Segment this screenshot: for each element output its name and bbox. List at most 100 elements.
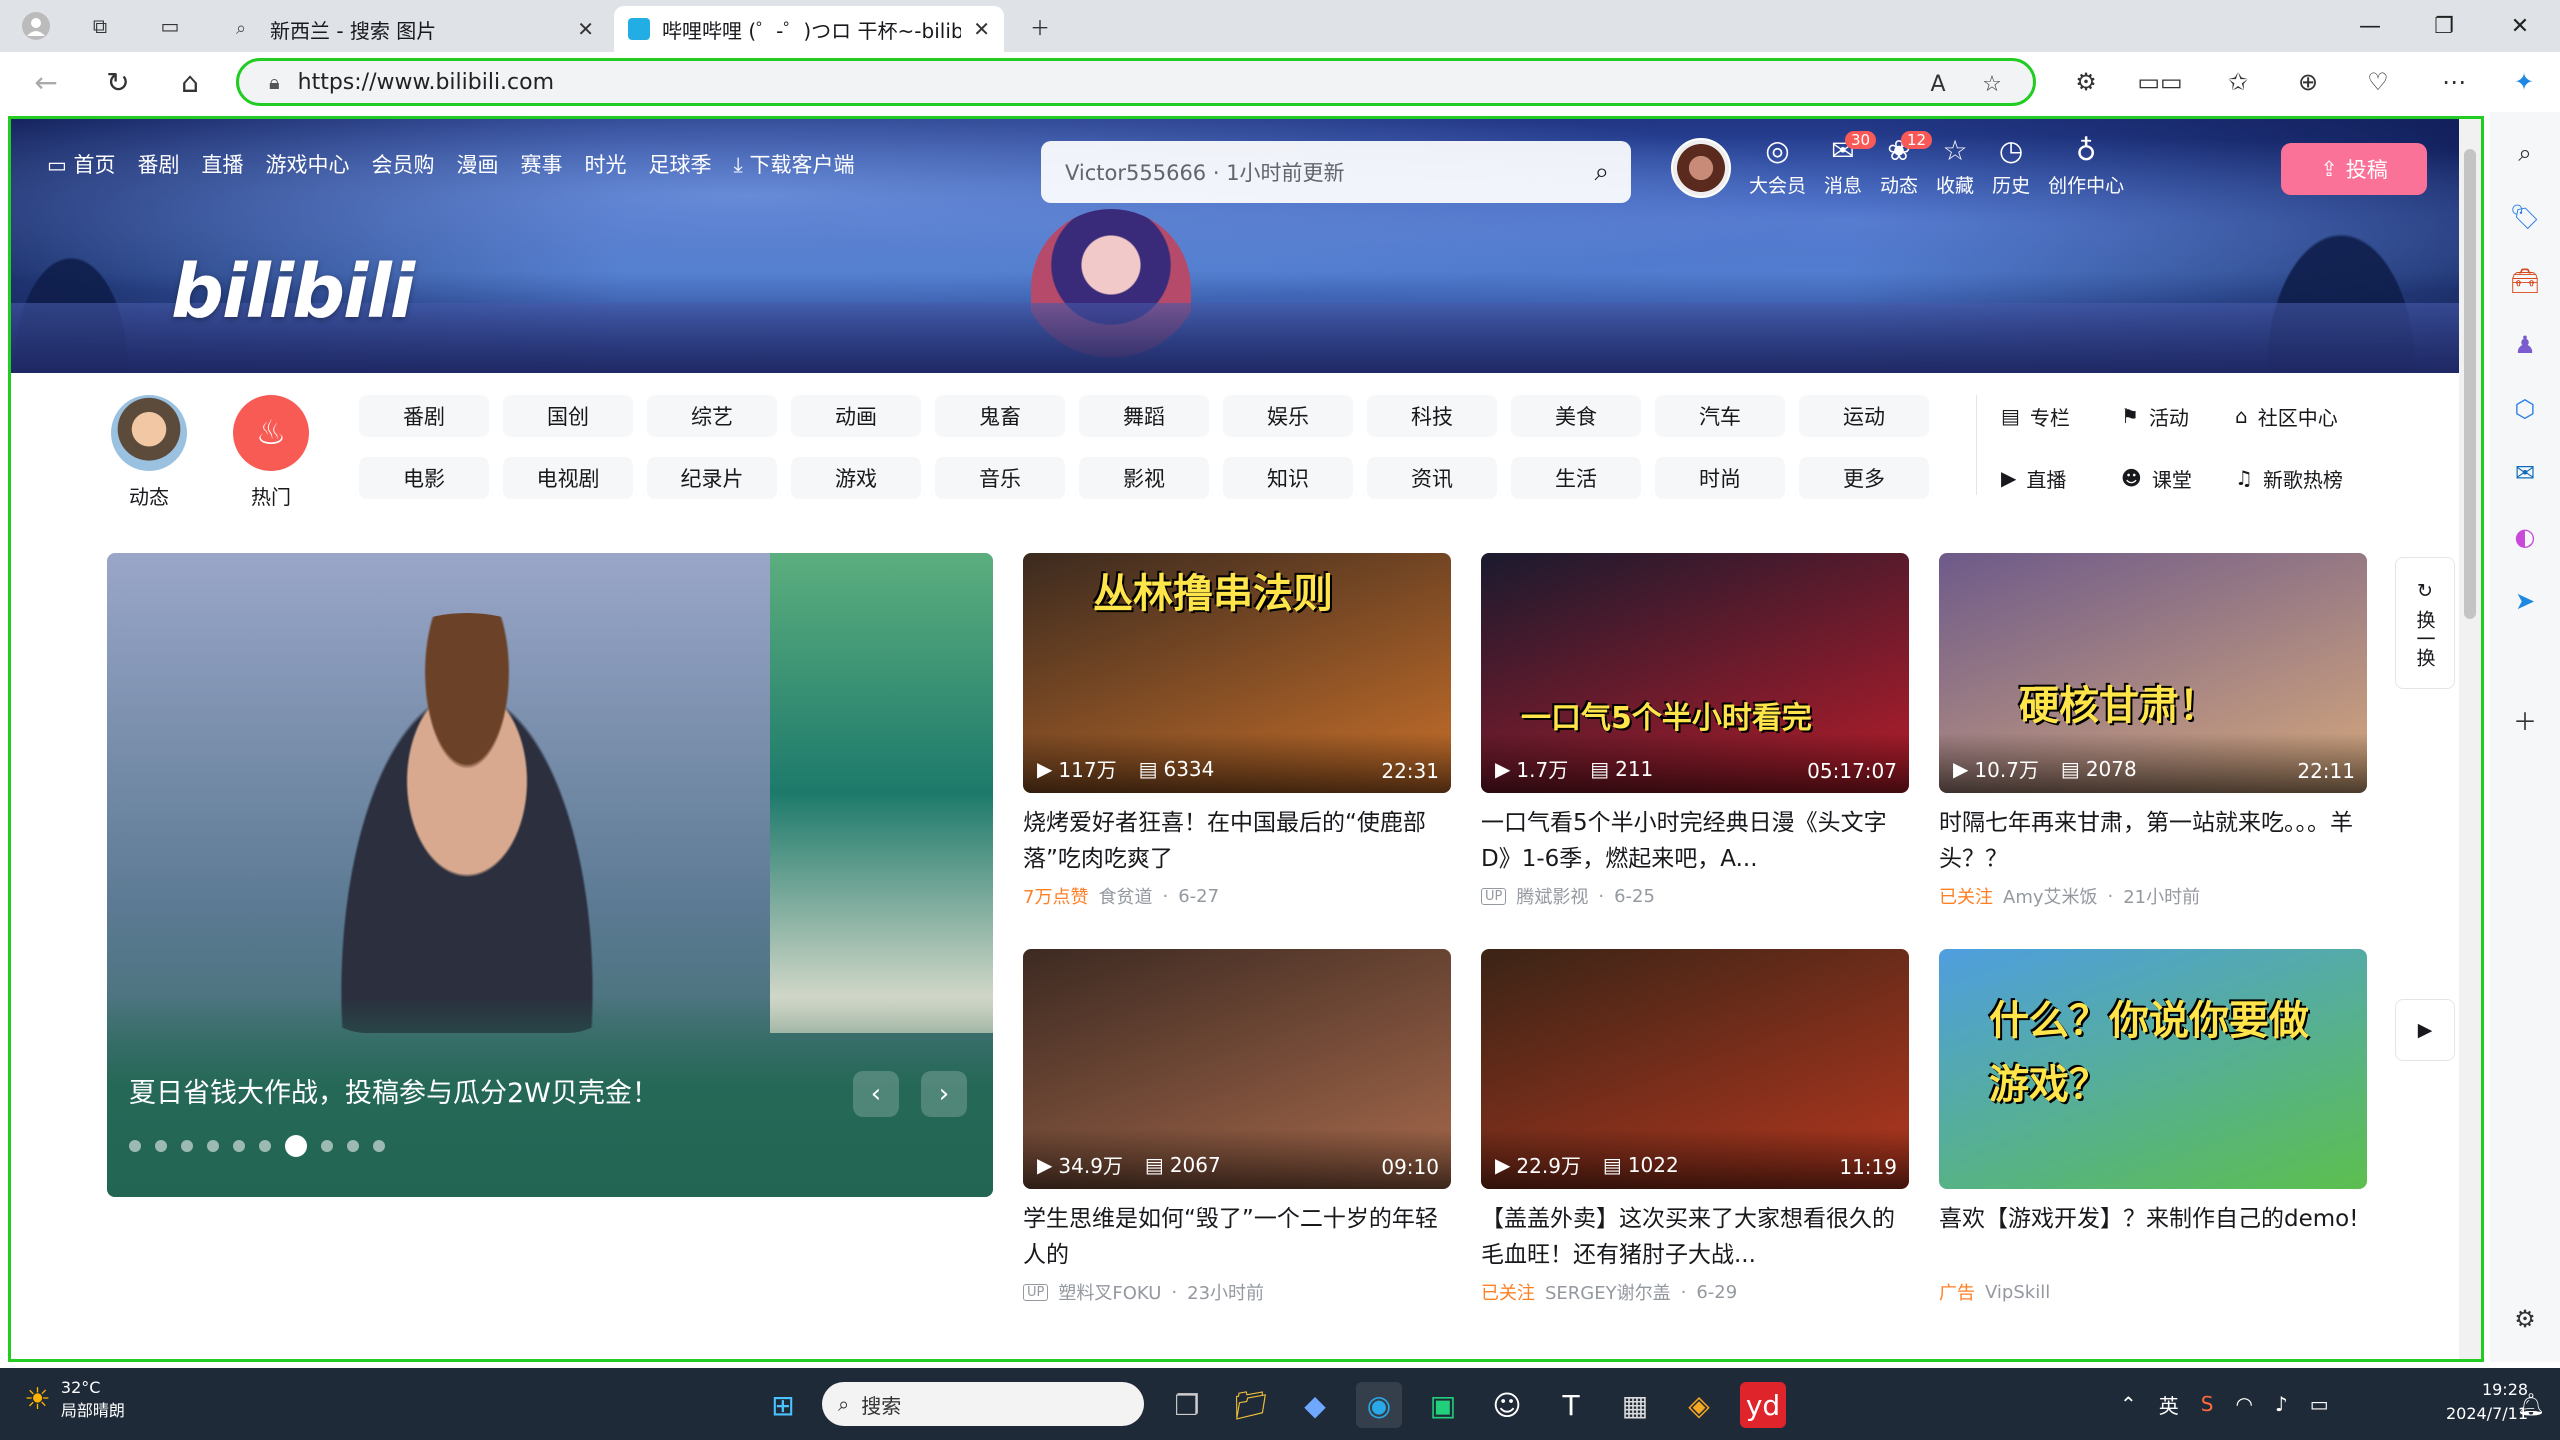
channel-chip[interactable]: 综艺 [647, 395, 777, 437]
channel-chip[interactable]: 美食 [1511, 395, 1641, 437]
file-explorer-icon[interactable]: 📁︎ [1228, 1382, 1274, 1428]
carousel-dot[interactable] [347, 1140, 359, 1152]
nav-match[interactable]: 赛事 [521, 149, 563, 179]
video-thumbnail[interactable]: 硬核甘肃！ ▶ 10.7万 ▤ 2078 22:11 [1939, 553, 2367, 793]
sidebar-settings-icon[interactable]: ⚙ [2508, 1302, 2542, 1336]
channel-chip[interactable]: 生活 [1511, 457, 1641, 499]
send-icon[interactable]: ➤ [2508, 584, 2542, 618]
tools-icon[interactable]: 🧰︎ [2508, 264, 2542, 298]
channel-chip[interactable]: 影视 [1079, 457, 1209, 499]
home-icon[interactable]: ⌂ [170, 62, 210, 102]
tab-actions-icon[interactable]: ▭ [152, 8, 188, 44]
video-thumbnail[interactable]: ▶ 22.9万 ▤ 1022 11:19 [1481, 949, 1909, 1189]
avatar[interactable] [1671, 138, 1731, 198]
user-avatar[interactable] [1671, 138, 1731, 198]
channel-chip[interactable]: 游戏 [791, 457, 921, 499]
video-title[interactable]: 一口气看5个半小时完经典日漫《头文字D》1-6季，燃起来吧，A... [1481, 805, 1909, 877]
tab-bilibili[interactable]: 哔哩哔哩 (゜-゜)つロ 干杯~-bilibili ✕ [614, 6, 1004, 52]
video-card[interactable]: ▶ 22.9万 ▤ 1022 11:19 【盖盖外卖】这次买来了大家想看很久的毛血旺！还有… [1481, 949, 1909, 1319]
app-icon-2[interactable]: ◈ [1676, 1382, 1722, 1428]
pycharm-icon[interactable]: ▣ [1420, 1382, 1466, 1428]
bilibili-logo[interactable]: bilibili [171, 249, 415, 335]
app-icon[interactable]: ◆ [1292, 1382, 1338, 1428]
video-title[interactable]: 【盖盖外卖】这次买来了大家想看很久的毛血旺！还有猪肘子大战... [1481, 1201, 1909, 1273]
carousel-dot[interactable] [321, 1140, 333, 1152]
nav-shop[interactable]: 会员购 [372, 149, 435, 179]
lock-icon[interactable]: 🔒︎ [269, 70, 280, 94]
carousel-dot[interactable] [373, 1140, 385, 1152]
wifi-icon[interactable]: ◠ [2235, 1392, 2252, 1416]
side-link[interactable]: ☻ 课堂 [2121, 457, 2192, 499]
profile-icon[interactable] [18, 8, 54, 44]
minimize-icon[interactable]: — [2340, 8, 2400, 44]
outlook-icon[interactable]: ✉ [2508, 456, 2542, 490]
nav-live[interactable]: 直播 [202, 149, 244, 179]
address-bar[interactable]: 🔒︎ https://www.bilibili.com A ☆ [236, 58, 2036, 106]
watch-later-button[interactable]: ▶ [2395, 999, 2455, 1061]
carousel-dot[interactable] [129, 1140, 141, 1152]
channel-chip[interactable]: 番剧 [359, 395, 489, 437]
video-author[interactable]: 食贫道 [1098, 883, 1152, 909]
nav-anime[interactable]: 番剧 [138, 149, 180, 179]
video-thumbnail[interactable]: 一口气5个半小时看完 ▶ 1.7万 ▤ 211 05:17:07 [1481, 553, 1909, 793]
video-author[interactable]: 塑料叉FOKU [1058, 1279, 1161, 1305]
sogou-icon[interactable]: S [2201, 1392, 2214, 1416]
channel-chip[interactable]: 国创 [503, 395, 633, 437]
channel-chip[interactable]: 更多 [1799, 457, 1929, 499]
taskbar-search-input[interactable]: 搜索 [861, 1390, 901, 1419]
designer-icon[interactable]: ◐ [2508, 520, 2542, 554]
channel-chip[interactable]: 电影 [359, 457, 489, 499]
read-aloud-icon[interactable]: A [1923, 69, 1953, 99]
close-window-icon[interactable]: ✕ [2490, 8, 2550, 44]
nav-message[interactable]: 30 ✉ 消息 [1824, 131, 1877, 198]
close-tab-icon[interactable]: ✕ [577, 17, 594, 41]
channel-chip[interactable]: 资讯 [1367, 457, 1497, 499]
nav-dynamic[interactable]: 12 ❀ 动态 [1880, 131, 1933, 198]
refresh-icon[interactable]: ↻ [98, 62, 138, 102]
scrollbar-thumb[interactable] [2464, 149, 2476, 619]
side-link[interactable]: ⚑ 活动 [2121, 395, 2189, 437]
nav-download[interactable]: ⤓ 下载客户端 [734, 149, 855, 179]
carousel-dot[interactable] [233, 1140, 245, 1152]
weather-widget[interactable]: ☀ 32°C 局部晴朗 [24, 1378, 125, 1421]
nav-creator-center[interactable]: ♁ 创作中心 [2048, 135, 2124, 198]
games-icon[interactable]: ♟ [2508, 328, 2542, 362]
side-link[interactable]: ▤ 专栏 [2001, 395, 2070, 437]
upload-button[interactable]: ⇪ 投稿 [2281, 143, 2427, 195]
nav-favorites[interactable]: ☆ 收藏 [1936, 135, 1974, 198]
channel-chip[interactable]: 娱乐 [1223, 395, 1353, 437]
restore-icon[interactable]: ❐ [2414, 8, 2474, 44]
channel-chip[interactable]: 知识 [1223, 457, 1353, 499]
edge-icon[interactable]: ◉ [1356, 1382, 1402, 1428]
channel-chip[interactable]: 科技 [1367, 395, 1497, 437]
calculator-icon[interactable]: ▦ [1612, 1382, 1658, 1428]
add-sidebar-app-icon[interactable]: ＋ [2508, 702, 2542, 736]
video-title[interactable]: 时隔七年再来甘肃，第一站就来吃。。。羊头？？ [1939, 805, 2367, 877]
carousel-dot[interactable] [155, 1140, 167, 1152]
sidebar-search-icon[interactable]: ⌕ [2508, 136, 2542, 170]
nav-football[interactable]: 足球季 [649, 149, 712, 179]
collections-icon[interactable]: ⊕ [2290, 64, 2326, 100]
channel-hot[interactable]: ♨ 热门 [231, 395, 311, 510]
channel-chip[interactable]: 音乐 [935, 457, 1065, 499]
video-author[interactable]: Amy艾米饭 [2003, 883, 2098, 909]
typora-icon[interactable]: T [1548, 1382, 1594, 1428]
video-title[interactable]: 学生思维是如何“毁了”一个二十岁的年轻人的 [1023, 1201, 1451, 1273]
video-author[interactable]: SERGEY谢尔盖 [1545, 1279, 1671, 1305]
channel-chip[interactable]: 运动 [1799, 395, 1929, 437]
qq-icon[interactable]: ☺ [1484, 1382, 1530, 1428]
side-link[interactable]: ⌂ 社区中心 [2235, 395, 2338, 437]
carousel-dot[interactable] [181, 1140, 193, 1152]
video-author[interactable]: 腾斌影视 [1516, 883, 1588, 909]
nav-history[interactable]: ◷ 历史 [1992, 135, 2030, 198]
video-title[interactable]: 烧烤爱好者狂喜！在中国最后的“使鹿部落”吃肉吃爽了 [1023, 805, 1451, 877]
carousel-dot[interactable] [259, 1140, 271, 1152]
nav-time[interactable]: 时光 [585, 149, 627, 179]
side-link[interactable]: ♫ 新歌热榜 [2235, 457, 2343, 499]
video-title[interactable]: 喜欢【游戏开发】？来制作自己的demo! [1939, 1201, 2367, 1237]
carousel-dot[interactable] [285, 1135, 307, 1157]
favorites-icon[interactable]: ✩ [2220, 64, 2256, 100]
taskbar-search[interactable]: ⌕ 搜索 [822, 1382, 1144, 1426]
channel-chip[interactable]: 鬼畜 [935, 395, 1065, 437]
carousel-caption[interactable]: 夏日省钱大作战，投稿参与瓜分2W贝壳金！ [129, 1071, 659, 1110]
